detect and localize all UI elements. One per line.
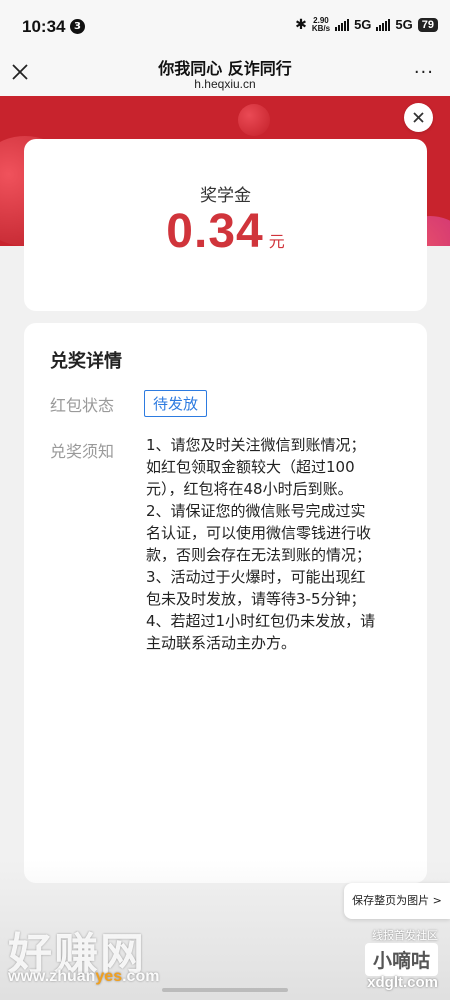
notice-line: 名认证，可以使用微信零钱进行收 xyxy=(146,524,372,542)
amount-card: 奖学金 0.34 元 xyxy=(24,139,427,311)
status-label: 红包状态 xyxy=(50,396,115,415)
close-icon xyxy=(413,112,424,123)
watermark-site-post: .com xyxy=(122,968,160,985)
notice-line: 元），红包将在48小时后到账。 xyxy=(146,480,353,498)
network-speed: 2.90 KB/s xyxy=(311,16,331,33)
status-indicators: ✱ 2.90 KB/s 5G 5G 79 xyxy=(295,16,438,33)
status-bar: 10:34 3 ✱ 2.90 KB/s 5G 5G 79 xyxy=(0,0,450,50)
bluetooth-icon: ✱ xyxy=(295,16,307,32)
amount-unit: 元 xyxy=(268,232,285,251)
page-title: 你我同心 反诈同行 xyxy=(158,59,292,78)
notice-label: 兑奖须知 xyxy=(50,442,115,461)
battery-icon: 79 xyxy=(417,17,438,32)
status-time: 10:34 xyxy=(22,17,66,36)
notification-badge: 3 xyxy=(70,19,85,34)
watermark-badge: 小嘀咕 xyxy=(364,943,438,976)
notice-line: 款，否则会存在无法到账的情况； xyxy=(146,546,372,564)
amount-label: 奖学金 xyxy=(200,186,251,206)
notice-line: 2、请保证您的微信账号完成过实 xyxy=(146,502,366,520)
watermark-domain: xdglt.com xyxy=(367,974,438,991)
title-bar: 你我同心 反诈同行 h.heqxiu.cn ··· xyxy=(0,50,450,96)
amount-value: 0.34 xyxy=(166,205,264,258)
notice-line: 如红包领取金额较大（超过100 xyxy=(146,458,355,476)
notice-line: 4、若超过1小时红包仍未发放，请 xyxy=(146,612,376,630)
signal-type-2: 5G xyxy=(395,17,413,32)
watermark-site: www.zhuanyes.com xyxy=(8,968,159,986)
modal-close-button[interactable] xyxy=(404,103,433,132)
network-speed-unit: KB/s xyxy=(311,23,331,33)
amount-row: 0.34 元 xyxy=(24,204,427,259)
decor-bubble xyxy=(238,104,270,136)
signal-icon xyxy=(335,18,350,31)
redeem-details-card: 兑奖详情 红包状态 待发放 兑奖须知 1、请您及时关注微信到账情况； 如红包领取… xyxy=(24,323,427,883)
signal-icon-2 xyxy=(376,18,391,31)
notice-line: 1、请您及时关注微信到账情况； xyxy=(146,436,366,454)
watermark-site-pre: www.zhuan xyxy=(8,968,96,985)
status-badge: 待发放 xyxy=(144,390,208,417)
notice-line: 3、活动过于火爆时，可能出现红 xyxy=(146,568,366,586)
watermark-site-highlight: yes xyxy=(95,968,123,985)
notice-line: 包未及时发放，请等待3-5分钟； xyxy=(146,590,366,608)
watermark-tag: 线报首发社区 xyxy=(372,929,438,942)
signal-type-1: 5G xyxy=(354,17,372,32)
notice-text: 1、请您及时关注微信到账情况； 如红包领取金额较大（超过100 元），红包将在4… xyxy=(146,434,412,654)
home-indicator[interactable] xyxy=(162,988,288,992)
notice-line: 主动联系活动主办方。 xyxy=(146,634,297,652)
details-title: 兑奖详情 xyxy=(50,351,122,372)
page-url: h.heqxiu.cn xyxy=(194,77,256,91)
save-page-as-image-button[interactable]: 保存整页为图片 > xyxy=(344,883,450,919)
more-options-icon[interactable]: ··· xyxy=(414,62,434,83)
